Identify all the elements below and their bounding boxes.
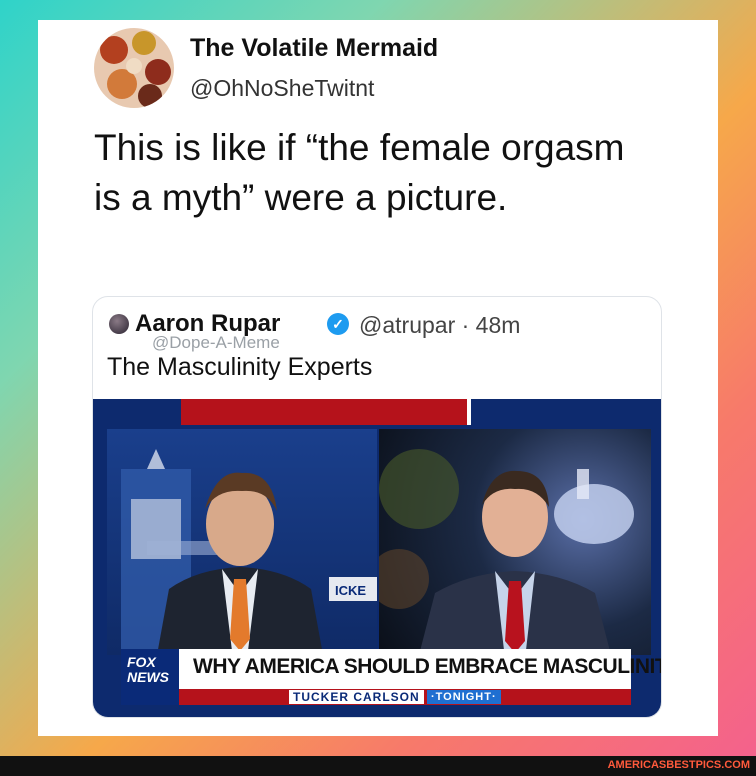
quoted-tweet[interactable]: Aaron Rupar ✓ @atrupar · 48m @Dope-A-Mem… [92, 296, 662, 718]
top-red-bar [181, 399, 467, 425]
right-guest-panel [379, 429, 651, 655]
chyron-headline: WHY AMERICA SHOULD EMBRACE MASCULINITY [193, 655, 661, 678]
video-thumbnail[interactable]: ICKE FOX NEWS WHY AMERICA SHOULD EMBRACE… [93, 399, 661, 717]
watermark: @Dope-A-Meme [152, 333, 280, 352]
fox-news-logo: FOX NEWS [121, 649, 179, 705]
screen-fragment-text: ICKE [335, 583, 366, 598]
footer-bar: AMERICASBESTPICS.COM [0, 756, 756, 776]
host-figure: ICKE [121, 449, 377, 655]
verified-badge-icon: ✓ [327, 313, 349, 335]
left-host-panel: ICKE [107, 429, 377, 655]
quoted-tweet-text: The Masculinity Experts [107, 353, 373, 381]
avatar[interactable] [94, 28, 174, 108]
avatar-image [94, 28, 174, 108]
top-white-divider [467, 399, 471, 425]
fox-logo-line2: NEWS [127, 669, 169, 685]
tweet-text: This is like if “the female orgasm is a … [94, 127, 625, 218]
user-handle[interactable]: @OhNoSheTwitnt [190, 75, 374, 102]
site-url[interactable]: AMERICASBESTPICS.COM [608, 759, 750, 771]
tonight-badge: ·TONIGHT· [427, 690, 501, 704]
quoted-avatar[interactable] [109, 314, 129, 334]
quoted-handle-time[interactable]: @atrupar · 48m [359, 312, 520, 339]
guest-figure [379, 449, 634, 655]
display-name[interactable]: The Volatile Mermaid [190, 34, 438, 63]
fox-logo-line1: FOX [127, 654, 156, 670]
show-name: TUCKER CARLSON [289, 690, 424, 704]
tweet-card: The Volatile Mermaid @OhNoSheTwitnt This… [38, 20, 718, 736]
